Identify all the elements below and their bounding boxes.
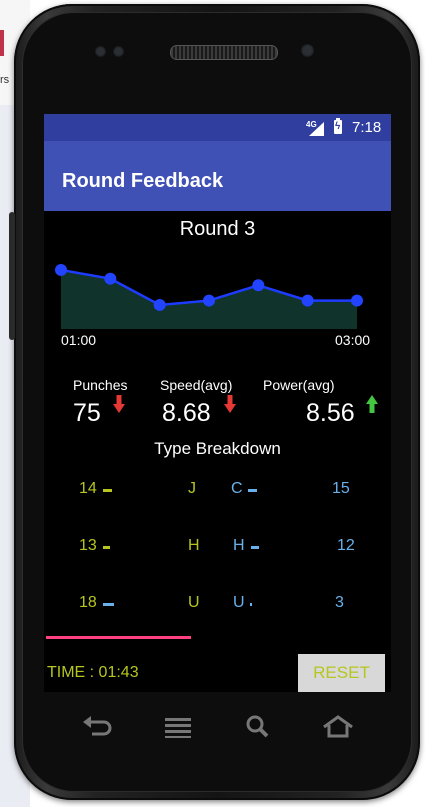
proximity-sensor (95, 46, 106, 57)
hook-left-type: H (188, 537, 200, 554)
home-icon[interactable] (321, 712, 355, 740)
uppercut-left-bar (103, 603, 114, 606)
cross-right-count: 15 (332, 480, 350, 497)
reset-button[interactable]: RESET (298, 654, 385, 692)
uppercut-right-count: 3 (335, 594, 344, 611)
speed-label: Speed(avg) (160, 377, 233, 393)
breakdown-title: Type Breakdown (154, 439, 281, 458)
hook-right-type: H (233, 537, 245, 554)
charging-icon: ϟ (335, 121, 341, 132)
navigation-bar (58, 700, 378, 755)
cross-right-bar (248, 489, 257, 492)
hook-left-bar (103, 546, 110, 549)
chart-point (203, 294, 215, 307)
light-sensor (113, 46, 124, 57)
chart-point (301, 294, 314, 307)
punches-label: Punches (73, 377, 128, 393)
uppercut-left-type: U (188, 594, 200, 611)
chart-point (153, 298, 166, 311)
earpiece-speaker (170, 45, 278, 60)
round-chart (55, 263, 363, 329)
hook-right-count: 12 (337, 537, 355, 554)
hook-right-bar (251, 546, 259, 549)
volume-button[interactable] (9, 212, 15, 340)
app-bar: Round Feedback (44, 141, 391, 211)
uppercut-right-bar (250, 603, 252, 606)
search-icon[interactable] (241, 712, 275, 740)
app-screen: 4G ϟ 7:18 Round Feedback Round 3 01:00 0… (44, 114, 391, 692)
punches-down-arrow-icon (113, 395, 125, 413)
status-time: 7:18 (352, 119, 382, 136)
background-accent (0, 30, 4, 56)
chart-end-time: 03:00 (335, 332, 371, 348)
front-camera (301, 44, 314, 57)
round-title: Round 3 (179, 218, 256, 240)
speed-down-arrow-icon (224, 395, 236, 413)
chart-point (252, 279, 265, 292)
jab-left-type: J (188, 480, 196, 497)
jab-left-bar (103, 489, 112, 492)
hook-left-count: 13 (79, 537, 97, 554)
signal-icon (309, 122, 324, 136)
uppercut-left-count: 18 (79, 594, 97, 611)
round-progress-bar (46, 636, 191, 639)
power-up-arrow-icon (366, 395, 378, 413)
uppercut-right-type: U (233, 594, 245, 611)
back-icon[interactable] (80, 712, 114, 740)
chart-point (104, 272, 117, 285)
status-bar: 4G ϟ 7:18 (44, 114, 391, 141)
speed-value: 8.68 (162, 399, 211, 427)
app-title: Round Feedback (62, 170, 224, 192)
chart-start-time: 01:00 (61, 332, 97, 348)
chart-point (55, 263, 67, 276)
time-label: TIME : 01:43 (47, 664, 139, 681)
cross-right-type: C (231, 480, 243, 497)
background-text: rs (0, 74, 10, 86)
menu-icon[interactable] (161, 712, 195, 740)
power-value: 8.56 (306, 399, 355, 427)
chart-point (351, 294, 363, 307)
power-label: Power(avg) (263, 377, 335, 393)
punches-value: 75 (73, 399, 101, 427)
jab-left-count: 14 (79, 480, 97, 497)
